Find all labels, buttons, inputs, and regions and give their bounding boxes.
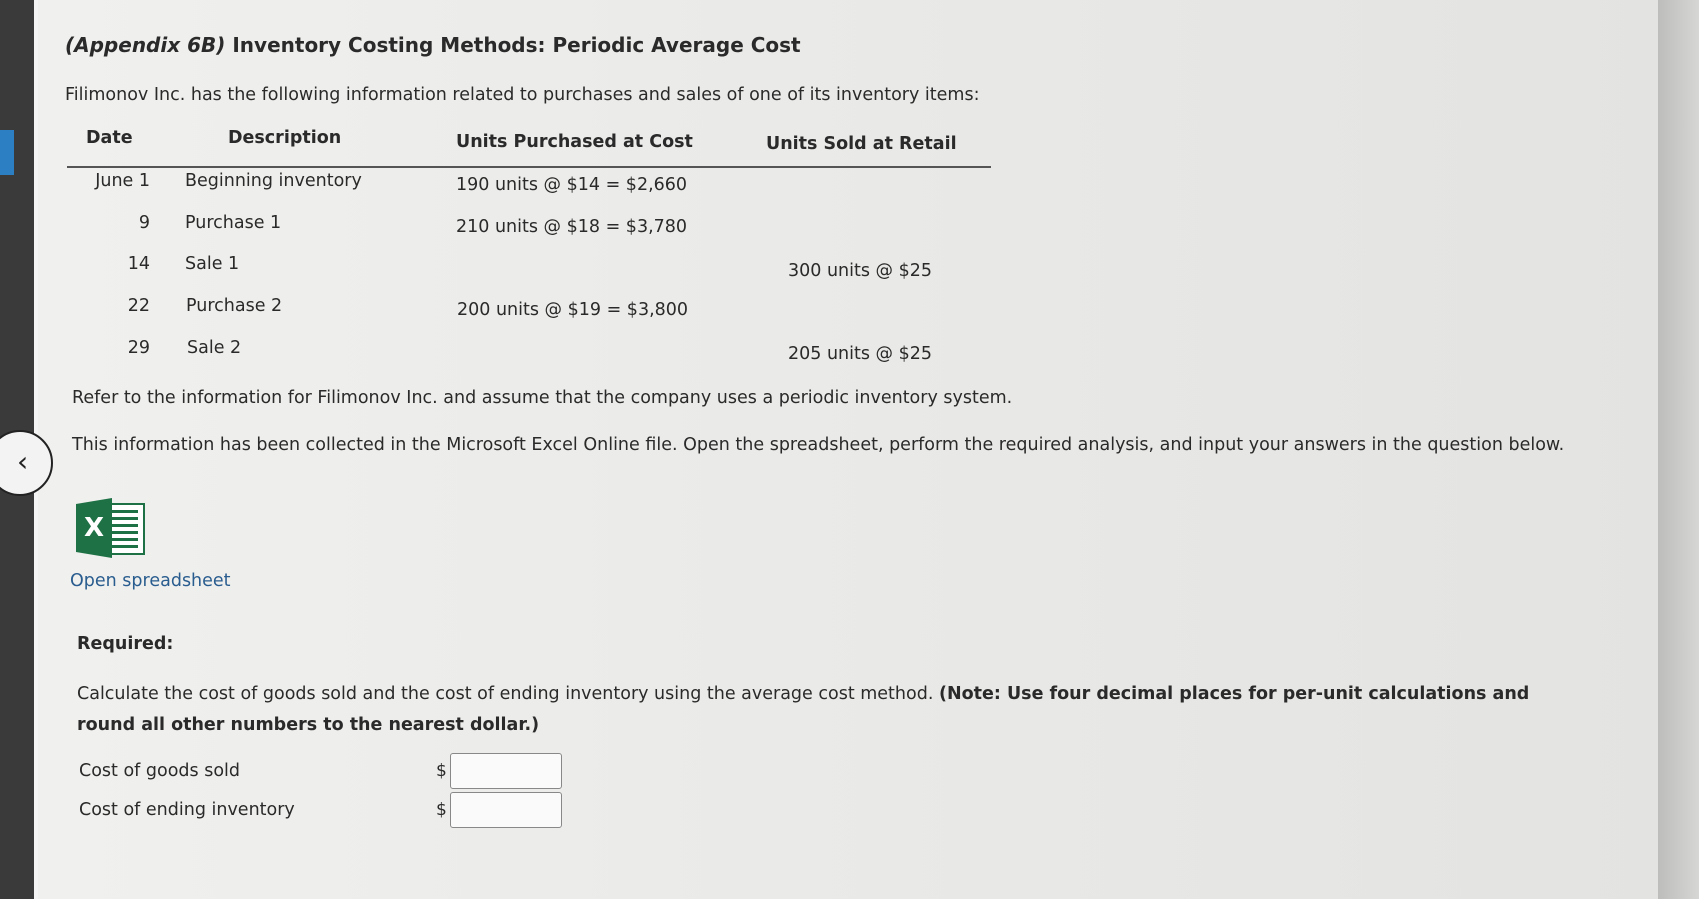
row-date: 29 [127,338,150,358]
row-description: Purchase 2 [186,296,283,316]
page-title: (Appendix 6B) Inventory Costing Methods:… [65,33,801,57]
cogs-input[interactable] [450,753,562,789]
row-description: Sale 2 [187,338,242,358]
chevron-left-icon: ‹ [17,445,29,478]
row-description: Beginning inventory [185,171,362,191]
ending-inventory-label: Cost of ending inventory [79,800,295,820]
header-purchased: Units Purchased at Cost [456,132,693,152]
instruction-text: Calculate the cost of goods sold and the… [77,684,1530,704]
row-sold: 300 units @ $25 [788,261,933,281]
open-spreadsheet-link[interactable]: Open spreadsheet [70,571,231,591]
note-text-line2: round all other numbers to the nearest d… [77,715,540,735]
note-text: (Note: Use four decimal places for per-u… [938,684,1530,704]
header-date: Date [86,128,133,148]
row-date: 14 [127,254,150,274]
refer-text: Refer to the information for Filimonov I… [72,388,1013,408]
row-sold: 205 units @ $25 [788,344,933,364]
excel-icon[interactable]: X [76,498,146,558]
row-date: 9 [138,213,150,233]
row-description: Purchase 1 [185,213,282,233]
intro-text: Filimonov Inc. has the following informa… [65,85,980,105]
header-sold: Units Sold at Retail [766,134,957,154]
row-date: June 1 [95,171,150,191]
bezel-highlight [0,130,14,175]
ending-inventory-input[interactable] [450,792,562,828]
row-purchased: 210 units @ $18 = $3,780 [456,217,688,237]
row-date: 22 [127,296,150,316]
screen-bezel-right [1658,0,1699,899]
excel-instructions: This information has been collected in t… [72,435,1565,455]
header-description: Description [228,128,342,148]
table-header-rule [67,166,991,168]
currency-symbol: $ [436,761,447,781]
cogs-label: Cost of goods sold [79,761,241,781]
row-purchased: 190 units @ $14 = $2,660 [456,175,688,195]
required-label: Required: [77,634,174,654]
currency-symbol: $ [436,800,447,820]
row-purchased: 200 units @ $19 = $3,800 [457,300,689,320]
svg-text:X: X [84,513,104,543]
row-description: Sale 1 [185,254,240,274]
